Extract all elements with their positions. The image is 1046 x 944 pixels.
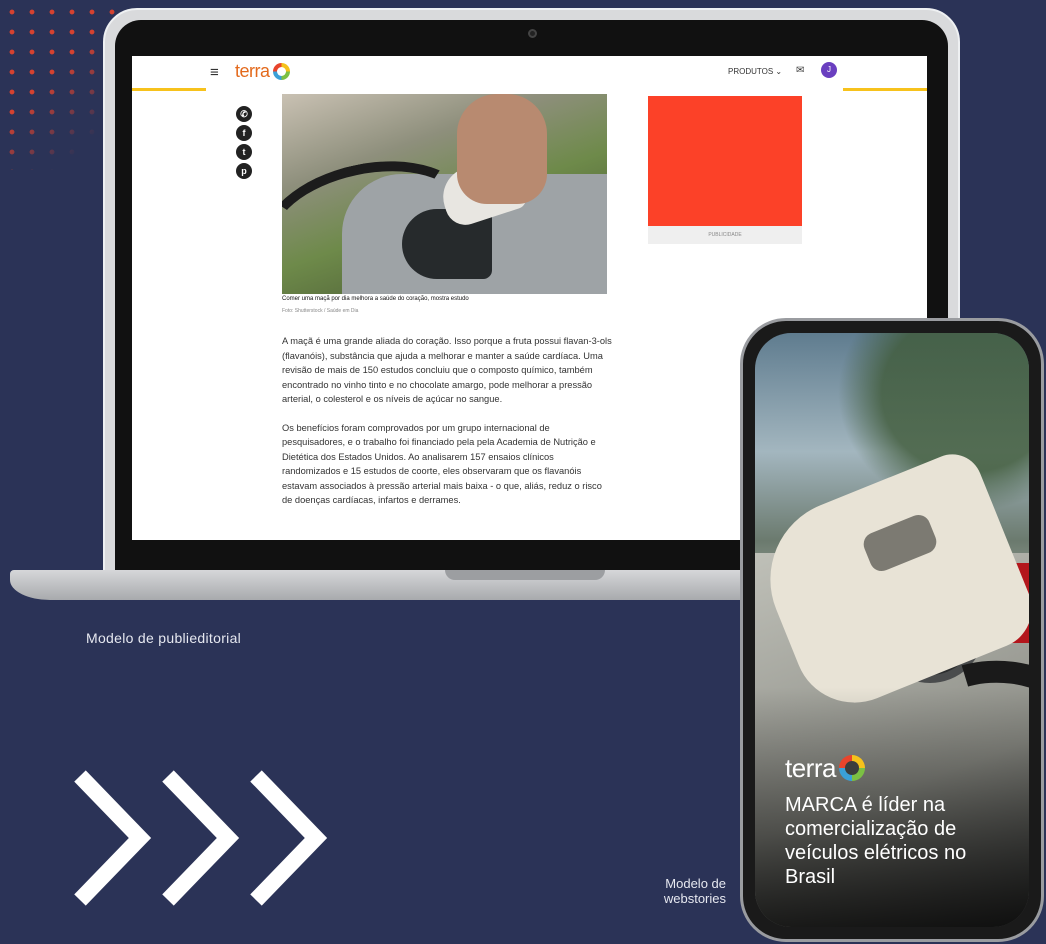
- terra-logo-icon: [272, 63, 290, 80]
- article-paragraph: A maçã é uma grande aliada do coração. I…: [282, 336, 612, 404]
- image-caption: Comer uma maçã por dia melhora a saúde d…: [282, 296, 469, 302]
- webstory-screen[interactable]: terra MARCA é líder na comercialização d…: [755, 333, 1029, 927]
- story-headline: MARCA é líder na comercialização de veíc…: [785, 794, 967, 888]
- terra-logo: terra: [785, 753, 865, 784]
- terra-logo-text: terra: [235, 61, 270, 81]
- chevron-right-icon: [74, 770, 328, 906]
- ad-label: PUBLICIDADE: [648, 226, 802, 244]
- twitter-icon[interactable]: t: [236, 144, 252, 160]
- site-header: ≡ terra PRODUTOS ⌄ ✉ J: [132, 56, 927, 91]
- header-accent-left: [132, 88, 206, 91]
- header-accent-right: [843, 88, 927, 91]
- webstories-label: Modelo de webstories: [663, 876, 726, 906]
- pinterest-icon[interactable]: p: [236, 163, 252, 179]
- phone-frame: terra MARCA é líder na comercialização d…: [740, 318, 1044, 942]
- avatar[interactable]: J: [821, 62, 837, 78]
- mail-icon[interactable]: ✉: [796, 65, 804, 76]
- facebook-icon[interactable]: f: [236, 125, 252, 141]
- hamburger-menu-icon[interactable]: ≡: [210, 64, 219, 81]
- publieditorial-label: Modelo de publieditorial: [86, 630, 242, 646]
- article-image: [282, 94, 607, 294]
- laptop-notch: [445, 570, 605, 580]
- whatsapp-icon[interactable]: ✆: [236, 106, 252, 122]
- article-body: A maçã é uma grande aliada do coração. I…: [282, 334, 612, 522]
- terra-logo-icon: [838, 755, 865, 781]
- produtos-menu[interactable]: PRODUTOS ⌄: [728, 67, 782, 76]
- share-bar: ✆ f t p: [236, 106, 252, 182]
- terra-logo[interactable]: terra: [235, 61, 290, 82]
- ad-banner[interactable]: [648, 96, 802, 226]
- article-paragraph: Os benefícios foram comprovados por um g…: [282, 422, 602, 506]
- laptop-camera: [528, 29, 537, 38]
- image-credit: Foto: Shutterstock / Saúde em Dia: [282, 308, 359, 314]
- terra-logo-text: terra: [785, 753, 836, 783]
